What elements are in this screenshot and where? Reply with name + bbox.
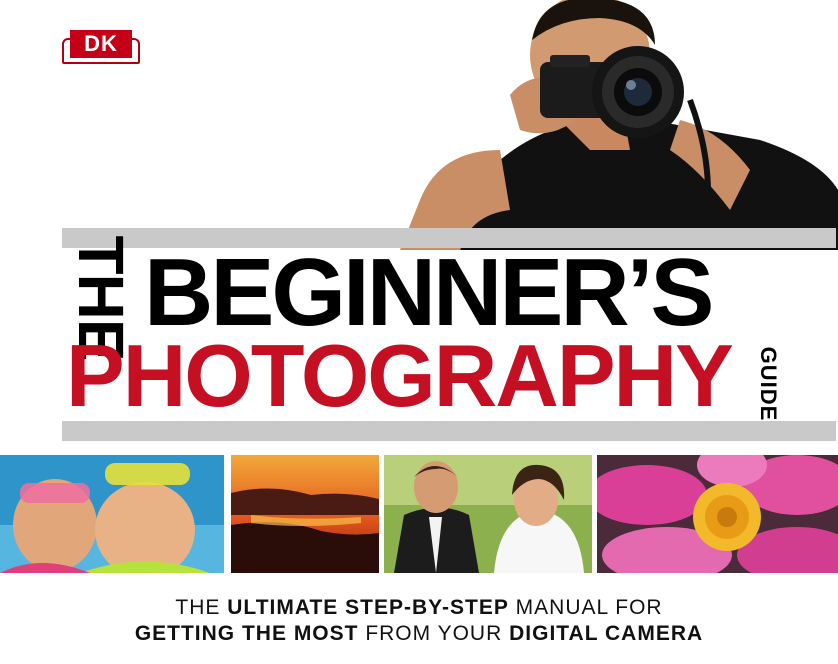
logo-letters: DK <box>70 30 132 58</box>
title-suffix: GUIDE <box>756 346 781 422</box>
publisher-logo: DK <box>62 28 140 64</box>
tagline-line1-part2: ULTIMATE STEP-BY-STEP <box>227 596 509 619</box>
photo-sunset-lake <box>231 455 379 573</box>
title-line2: PHOTOGRAPHY <box>66 326 734 425</box>
photo-strip <box>0 455 838 573</box>
hero-photographer-image <box>400 0 838 250</box>
tagline-line1-part3: MANUAL FOR <box>508 596 663 619</box>
tagline-line2-part2: FROM YOUR <box>358 622 510 645</box>
photo-snorkel-kids <box>0 455 224 573</box>
tagline-line2-part3: DIGITAL CAMERA <box>509 622 704 645</box>
tagline-line1: THE ULTIMATE STEP-BY-STEP MANUAL FOR <box>0 596 838 620</box>
tagline-line2: GETTING THE MOST FROM YOUR DIGITAL CAMER… <box>0 622 838 646</box>
photo-pink-flower <box>597 455 838 573</box>
tagline-line2-part1: GETTING THE MOST <box>134 622 359 645</box>
title-suffix-rotated: GUIDE <box>748 347 788 422</box>
tagline-line1-part1: THE <box>175 596 228 619</box>
photo-wedding-couple <box>384 455 592 573</box>
